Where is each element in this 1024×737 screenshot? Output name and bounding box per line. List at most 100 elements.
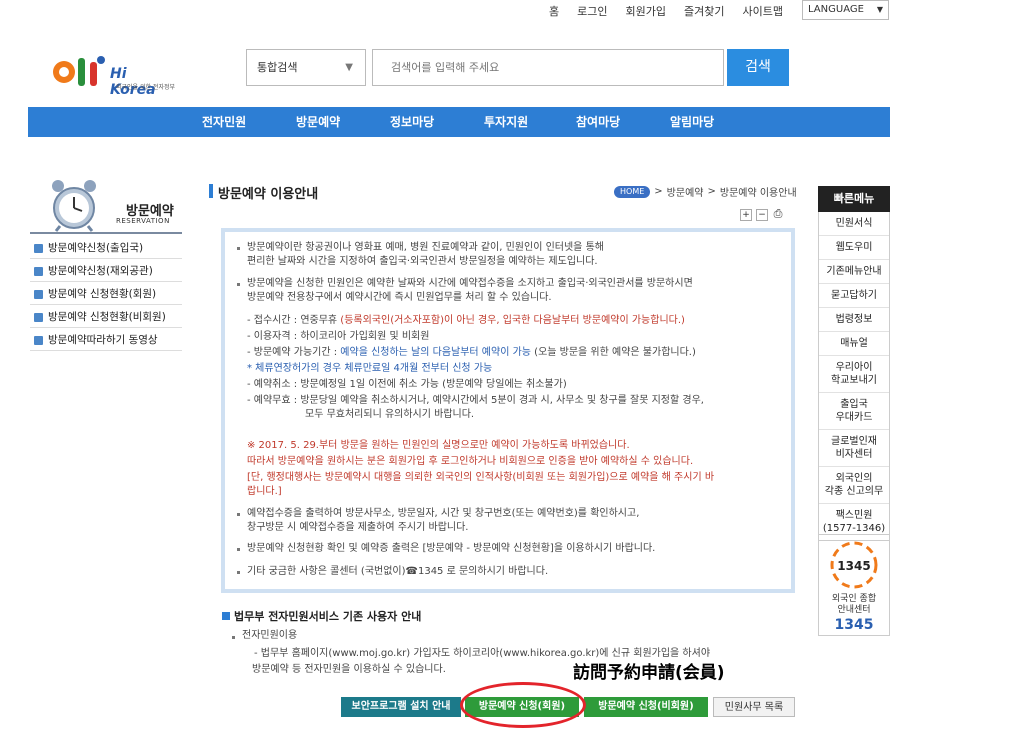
info-text: 창구방문 시 예약접수증을 제출하여 주시기 바랍니다. (247, 522, 469, 533)
signup-link[interactable]: 회원가입 (617, 4, 675, 20)
sidebar-item-video[interactable]: 방문예약따라하기 동영상 (30, 330, 182, 351)
quick-item-manual[interactable]: 매뉴얼 (819, 332, 889, 356)
bullet-icon (237, 283, 240, 286)
breadcrumb-home[interactable]: HOME (614, 185, 651, 198)
quick-menu-title: 빠른메뉴 (818, 186, 890, 212)
info-text: 기타 궁금한 사항은 콜센터 (국번없이)☎1345 로 문의하시기 바랍니다. (247, 566, 549, 577)
1345-logo-icon: 1345 (830, 541, 878, 589)
moj-item: 전자민원이용 (242, 630, 298, 641)
info-text: 방문예약을 신청한 민원인은 예약한 날짜와 시간에 예약접수증을 소지하고 출… (247, 278, 693, 289)
detail-highlight: (등록외국인(거소자포함)이 아닌 경우, 입국한 다음날부터 방문예약이 가능… (340, 315, 685, 326)
quick-item-web-helper[interactable]: 웹도우미 (819, 236, 889, 260)
sidebar-item-label: 방문예약따라하기 동영상 (48, 334, 158, 346)
breadcrumb-level1[interactable]: 방문예약 (667, 184, 704, 199)
notice-text: [단, 행정대행사는 방문예약시 대행을 의뢰한 외국인의 인적사항(비회원 또… (247, 472, 715, 483)
info-box: 방문예약이란 항공권이나 영화표 예매, 병원 진료예약과 같이, 민원인이 인… (221, 228, 795, 593)
breadcrumb-level2: 방문예약 이용안내 (719, 188, 797, 199)
sidebar-item-reserve-immigration[interactable]: 방문예약신청(출입국) (30, 238, 182, 259)
dropdown-arrow-icon: ▼ (876, 5, 883, 14)
detail-text: 모두 무효처리되니 유의하시기 바랍니다. (305, 409, 475, 420)
info-text: 방문예약이란 항공권이나 영화표 예매, 병원 진료예약과 같이, 민원인이 인… (247, 242, 604, 253)
bullet-icon (34, 336, 43, 345)
nav-item-civil-service[interactable]: 전자민원 (202, 107, 246, 137)
bullet-icon (237, 548, 240, 551)
title-marker (209, 184, 213, 198)
annotation-label: 訪問予約申請(会員) (573, 663, 725, 683)
hikorea-logo[interactable]: Hi Korea 외국인을 위한 전자정부 (52, 52, 176, 98)
bullet-icon (237, 247, 240, 250)
detail-text: - 예약취소 : 방문예정일 1일 이전에 취소 가능 (방문예약 당일에는 취… (247, 379, 567, 390)
detail-text: - 방문예약 가능기간 : 예약을 신청하는 날의 다음날부터 예약이 가능 (… (247, 346, 696, 360)
info-text: 예약접수증을 출력하여 방문사무소, 방문일자, 시간 및 창구번호(또는 예약… (247, 508, 640, 519)
nav-item-participation[interactable]: 참여마당 (576, 107, 620, 137)
dropdown-arrow-icon: ▼ (345, 62, 353, 73)
bullet-icon (34, 267, 43, 276)
detail-text: - 예약무효 : 방문당일 예약을 취소하시거나, 예약시간에서 5분이 경과 … (247, 395, 704, 406)
sidebar-item-label: 방문예약신청(출입국) (48, 242, 144, 254)
notice-text: 따라서 방문예약을 원하시는 분은 회원가입 후 로그인하거나 비회원으로 인증… (247, 456, 694, 467)
security-program-button[interactable]: 보안프로그램 설치 안내 (341, 697, 461, 717)
bullet-icon (237, 571, 240, 574)
sidebar-item-status-member[interactable]: 방문예약 신청현황(회원) (30, 284, 182, 305)
sidebar-subtitle: RESERVATION (116, 217, 170, 225)
bullet-icon (237, 513, 240, 516)
quick-menu-list: 민원서식 웹도우미 기존메뉴안내 묻고답하기 법령정보 매뉴얼 우리아이 학교보… (818, 212, 890, 541)
detail-label: - 접수시간 : 연중무휴 (247, 315, 341, 326)
search-scope-label: 통합검색 (257, 61, 298, 74)
quick-item-qna[interactable]: 묻고답하기 (819, 284, 889, 308)
home-link[interactable]: 홈 (540, 4, 568, 20)
civil-list-button[interactable]: 민원사무 목록 (713, 697, 795, 717)
info-text: 편리한 날짜와 시간을 지정하여 출입국·외국인관서 방문일정을 예약하는 제도… (247, 256, 598, 267)
logo-subtitle: 외국인을 위한 전자정부 (116, 84, 176, 91)
detail-tail: (오늘 방문을 위한 예약은 불가합니다.) (531, 347, 696, 358)
zoom-in-icon[interactable]: + (740, 209, 752, 221)
search-input[interactable] (372, 49, 724, 86)
bullet-icon (232, 636, 235, 639)
notice-text: 랍니다.] (247, 486, 282, 497)
bullet-icon (34, 313, 43, 322)
bullet-icon (34, 244, 43, 253)
sidebar-item-label: 방문예약신청(재외공관) (48, 265, 153, 277)
center-label: 안내센터 (837, 605, 871, 615)
search-scope-select[interactable]: 통합검색 ▼ (246, 49, 366, 86)
sidebar-item-label: 방문예약 신청현황(비회원) (48, 311, 166, 323)
favorites-link[interactable]: 즐겨찾기 (675, 4, 733, 20)
search-button[interactable]: 검색 (727, 49, 789, 86)
quick-item-school[interactable]: 우리아이 학교보내기 (819, 356, 889, 393)
quick-item-priority-card[interactable]: 출입국 우대카드 (819, 393, 889, 430)
detail-text: - 이용자격 : 하이코리아 가입회원 및 비회원 (247, 331, 430, 342)
sitemap-link[interactable]: 사이트맵 (733, 4, 791, 20)
zoom-out-icon[interactable]: − (756, 209, 768, 221)
1345-badge-number: 1345 (837, 559, 870, 573)
breadcrumb: HOME > 방문예약 > 방문예약 이용안내 (614, 184, 797, 199)
moj-desc: 방문예약 등 전자민원을 이용하실 수 있습니다. (252, 664, 446, 675)
login-link[interactable]: 로그인 (568, 4, 616, 20)
quick-menu: 빠른메뉴 민원서식 웹도우미 기존메뉴안내 묻고답하기 법령정보 매뉴얼 우리아… (818, 186, 890, 541)
nav-item-visit-reservation[interactable]: 방문예약 (296, 107, 340, 137)
info-center-banner[interactable]: 1345 외국인 종합 안내센터 1345 (818, 534, 890, 636)
quick-item-visa-center[interactable]: 글로벌인재 비자센터 (819, 430, 889, 467)
detail-text: - 접수시간 : 연중무휴 (등록외국인(거소자포함)이 아닌 경우, 입국한 … (247, 314, 685, 328)
print-icon[interactable]: ⎙ (772, 208, 784, 221)
moj-section-title: 법무부 전자민원서비스 기존 사용자 안내 (222, 608, 421, 624)
bullet-icon (34, 290, 43, 299)
utility-links: 홈 로그인 회원가입 즐겨찾기 사이트맵 (540, 4, 792, 20)
nav-item-notice[interactable]: 알림마당 (670, 107, 714, 137)
quick-item-forms[interactable]: 민원서식 (819, 212, 889, 236)
reserve-nonmember-button[interactable]: 방문예약 신청(비회원) (584, 697, 708, 717)
center-label: 외국인 종합 (831, 594, 877, 604)
nav-item-investment[interactable]: 투자지원 (484, 107, 528, 137)
language-select[interactable]: LANGUAGE ▼ (802, 0, 889, 20)
detail-highlight: 예약을 신청하는 날의 다음날부터 예약이 가능 (340, 347, 531, 358)
moj-title-text: 법무부 전자민원서비스 기존 사용자 안내 (234, 610, 422, 623)
quick-item-report-duty[interactable]: 외국인의 각종 신고의무 (819, 467, 889, 504)
alarm-clock-icon (52, 180, 96, 232)
main-nav: 전자민원 방문예약 정보마당 투자지원 참여마당 알림마당 (28, 107, 890, 137)
quick-item-law[interactable]: 법령정보 (819, 308, 889, 332)
annotation-circle (460, 682, 586, 728)
section-bullet-icon (222, 612, 230, 620)
sidebar-item-status-nonmember[interactable]: 방문예약 신청현황(비회원) (30, 307, 182, 328)
nav-item-info[interactable]: 정보마당 (390, 107, 434, 137)
quick-item-old-menu[interactable]: 기존메뉴안내 (819, 260, 889, 284)
sidebar-item-reserve-overseas[interactable]: 방문예약신청(재외공관) (30, 261, 182, 282)
